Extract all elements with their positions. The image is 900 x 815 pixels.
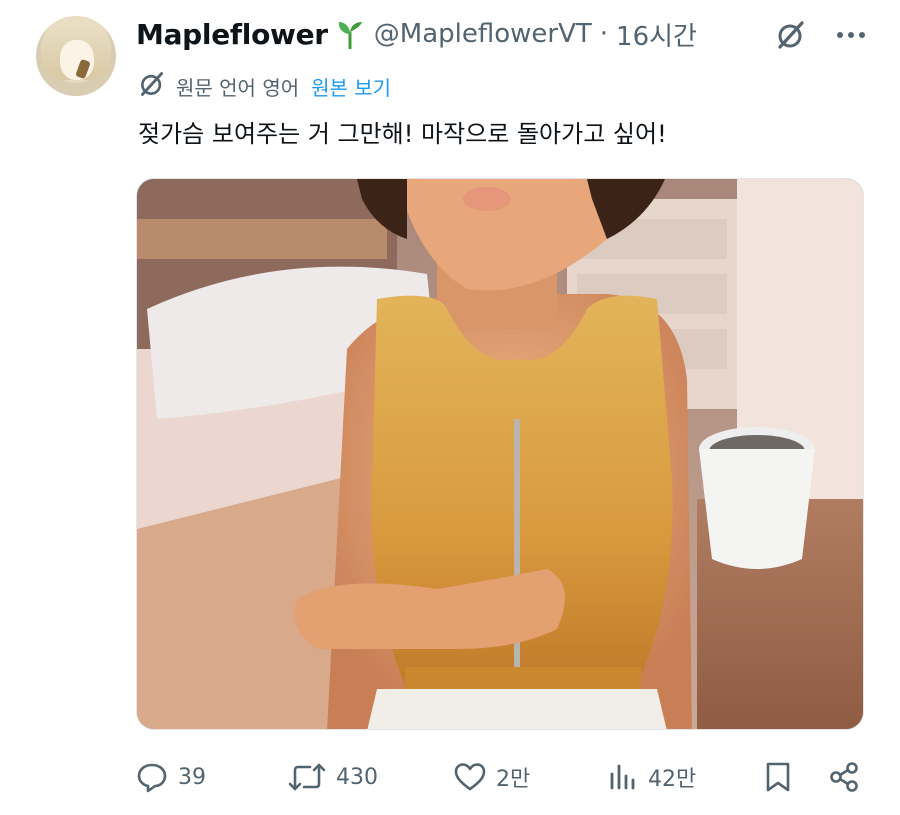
reply-button[interactable]: 39: [136, 752, 206, 802]
translation-row: 원문 언어 영어 원본 보기: [138, 70, 391, 103]
time-separator: ·: [599, 19, 609, 49]
views-button[interactable]: 42만: [608, 752, 696, 802]
author-display-name[interactable]: Mapleflower: [136, 18, 328, 51]
media-render: [137, 179, 863, 729]
like-button[interactable]: 2만: [454, 752, 530, 802]
views-icon: [608, 762, 638, 792]
share-icon: [828, 761, 860, 793]
tweet-action-bar: 39 430 2만 42만: [136, 752, 864, 802]
like-icon: [454, 762, 486, 792]
header-actions: [774, 18, 868, 52]
grok-icon[interactable]: [774, 18, 808, 52]
more-icon[interactable]: [834, 18, 868, 52]
translation-label: 원문 언어 영어: [176, 76, 300, 100]
retweet-button[interactable]: 430: [288, 752, 378, 802]
sprout-badge-icon: [336, 19, 364, 50]
tweet-header: Mapleflower @MapleflowerVT · 16시간: [136, 14, 876, 54]
author-handle[interactable]: @MapleflowerVT: [374, 19, 592, 49]
translate-icon: [138, 70, 166, 103]
bookmark-button[interactable]: [764, 752, 792, 802]
show-original-link[interactable]: 원본 보기: [311, 72, 391, 101]
share-button[interactable]: [828, 752, 860, 802]
view-count: 42만: [648, 767, 697, 792]
retweet-icon: [288, 761, 326, 793]
bookmark-icon: [764, 761, 792, 793]
like-count: 2만: [496, 767, 531, 792]
tweet-text: 젖가슴 보여주는 거 그만해! 마작으로 돌아가고 싶어!: [138, 120, 667, 148]
tweet-media-image[interactable]: [136, 178, 864, 730]
tweet-timestamp[interactable]: 16시간: [616, 16, 697, 53]
reply-count: 39: [178, 764, 206, 790]
retweet-count: 430: [336, 764, 378, 790]
avatar[interactable]: [36, 16, 116, 96]
reply-icon: [136, 761, 168, 793]
